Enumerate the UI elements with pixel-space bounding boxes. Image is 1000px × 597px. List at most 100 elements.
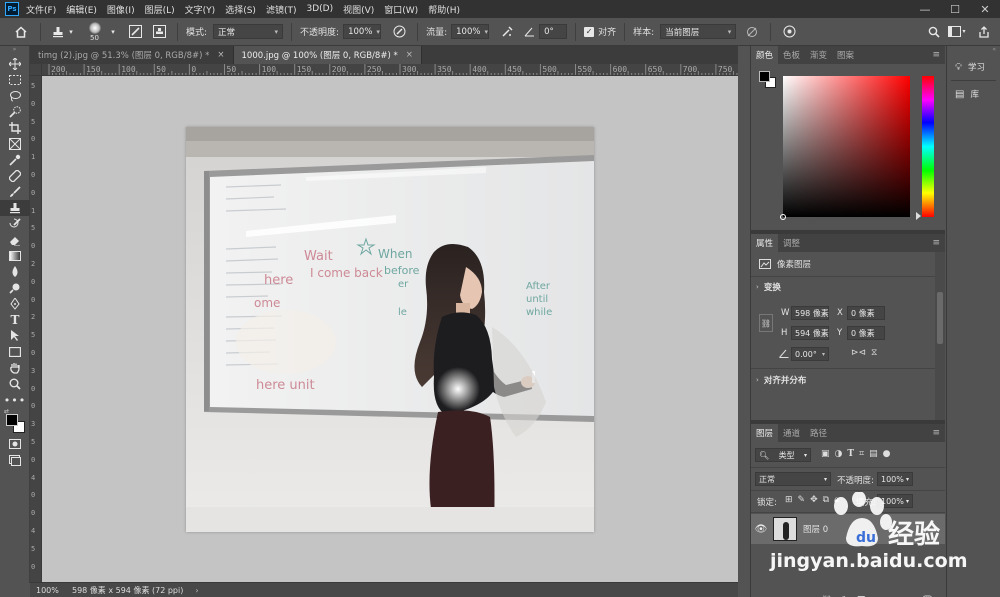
menu-window[interactable]: 窗口(W): [384, 3, 418, 16]
move-tool-icon[interactable]: [0, 56, 30, 72]
brush-settings-icon[interactable]: [125, 25, 145, 38]
ignore-adjustment-layers-icon[interactable]: [742, 26, 762, 38]
zoom-tool-icon[interactable]: [0, 376, 30, 392]
learn-button[interactable]: 💡︎ 学习: [947, 56, 1000, 78]
more-tools-icon[interactable]: •••: [0, 392, 30, 408]
collapse-icon[interactable]: «: [947, 46, 1000, 56]
filter-shape-icon[interactable]: ⌗: [859, 449, 864, 459]
filter-pixel-icon[interactable]: ▣: [821, 449, 830, 459]
height-input[interactable]: 594 像素: [791, 326, 829, 340]
share-icon[interactable]: [975, 25, 993, 38]
tab-swatches[interactable]: 色板: [778, 46, 805, 64]
y-input[interactable]: 0 像素: [847, 326, 885, 340]
transform-section-header[interactable]: › 变换: [756, 281, 781, 293]
lasso-tool-icon[interactable]: [0, 88, 30, 104]
brush-tool-icon[interactable]: [0, 184, 30, 200]
color-swatches[interactable]: ⇄: [0, 408, 29, 436]
home-icon[interactable]: [10, 25, 32, 38]
rectangle-tool-icon[interactable]: [0, 344, 30, 360]
document-canvas[interactable]: Wait When here I come back before ome Af…: [186, 127, 594, 532]
ruler-vertical[interactable]: 5 0 5 0 1 0 0 1 5 0 2 0 0 2 5 0 3 0 0 3 5 0 4 0 0 4 5 0: [30, 76, 42, 582]
opacity-input[interactable]: 100% ▾: [343, 24, 382, 39]
rotation-input[interactable]: 0.00° ▾: [791, 347, 829, 361]
menu-3d[interactable]: 3D(D): [306, 4, 333, 14]
zoom-level[interactable]: 100%: [36, 586, 66, 595]
foreground-color-swatch[interactable]: [6, 414, 18, 426]
eye-icon[interactable]: 👁︎: [751, 524, 771, 535]
clone-source-icon[interactable]: [149, 25, 169, 38]
pen-tool-icon[interactable]: [0, 296, 30, 312]
menu-image[interactable]: 图像(I): [107, 3, 135, 16]
gradient-tool-icon[interactable]: [0, 248, 30, 264]
airbrush-icon[interactable]: [497, 25, 517, 38]
chevron-right-icon[interactable]: ›: [195, 586, 198, 595]
layer-filter-select[interactable]: 🔍︎ 类型 ▾: [755, 448, 811, 462]
minimize-icon[interactable]: —: [910, 0, 940, 18]
blend-mode-select[interactable]: 正常 ▾: [755, 472, 831, 486]
sample-select[interactable]: 当前图层 ▾: [660, 24, 737, 39]
collapse-icon[interactable]: »: [0, 46, 29, 56]
close-icon[interactable]: ✕: [970, 0, 1000, 18]
panel-menu-icon[interactable]: ≡: [932, 424, 945, 442]
menu-filter[interactable]: 滤镜(T): [266, 3, 297, 16]
filter-smart-object-icon[interactable]: ▤: [869, 449, 878, 459]
tab-1000-jpg[interactable]: 1000.jpg @ 100% (图层 0, RGB/8#) * ×: [233, 46, 422, 64]
tab-timg[interactable]: timg (2).jpg @ 51.3% (图层 0, RGB/8#) * ×: [30, 46, 234, 64]
tab-gradients[interactable]: 渐变: [805, 46, 832, 64]
tab-patterns[interactable]: 图案: [832, 46, 859, 64]
flip-horizontal-icon[interactable]: ⊳⊲: [851, 348, 866, 358]
scrollbar-thumb[interactable]: [937, 292, 943, 344]
pressure-opacity-icon[interactable]: [389, 25, 409, 38]
eyedropper-tool-icon[interactable]: [0, 152, 30, 168]
crop-tool-icon[interactable]: [0, 120, 30, 136]
menu-file[interactable]: 文件(F): [26, 3, 56, 16]
angle-input[interactable]: 0°: [539, 24, 568, 39]
clone-stamp-tool-icon[interactable]: [49, 26, 67, 38]
menu-layer[interactable]: 图层(L): [145, 3, 175, 16]
libraries-button[interactable]: ▤ 库: [947, 83, 1000, 105]
tab-channels[interactable]: 通道: [778, 424, 805, 442]
eraser-tool-icon[interactable]: [0, 232, 30, 248]
properties-scrollbar[interactable]: [935, 252, 945, 420]
quick-select-tool-icon[interactable]: [0, 104, 30, 120]
menu-select[interactable]: 选择(S): [225, 3, 256, 16]
healing-brush-tool-icon[interactable]: [0, 168, 30, 184]
pressure-size-icon[interactable]: [779, 25, 799, 38]
tab-paths[interactable]: 路径: [805, 424, 832, 442]
align-distribute-header[interactable]: › 对齐并分布: [756, 374, 806, 386]
align-checkbox[interactable]: ✓: [584, 26, 595, 37]
brush-preset-picker[interactable]: 50: [83, 20, 109, 44]
ruler-horizontal[interactable]: 200 150 100 50 0 50 100 150 200 250 300 350 400 450 50…: [30, 64, 738, 76]
path-selection-tool-icon[interactable]: [0, 328, 30, 344]
history-brush-tool-icon[interactable]: [0, 216, 30, 232]
marquee-tool-icon[interactable]: [0, 72, 30, 88]
search-icon[interactable]: [925, 26, 943, 38]
chevron-down-icon[interactable]: ▾: [109, 28, 117, 36]
panel-menu-icon[interactable]: ≡: [932, 46, 945, 64]
flip-vertical-icon[interactable]: ⧖: [871, 348, 877, 358]
close-icon[interactable]: ×: [406, 50, 413, 60]
ruler-origin[interactable]: [30, 64, 42, 76]
flow-input[interactable]: 100% ▾: [451, 24, 490, 39]
tab-color[interactable]: 颜色: [751, 46, 779, 64]
workspace-icon[interactable]: ▾: [946, 26, 968, 37]
layer-opacity-input[interactable]: 100% ▾: [877, 472, 913, 486]
color-field[interactable]: [780, 76, 910, 220]
filter-type-icon[interactable]: T: [847, 449, 854, 459]
hue-slider-handle[interactable]: [916, 212, 921, 220]
filter-adjustment-icon[interactable]: ◑: [835, 449, 843, 459]
blur-tool-icon[interactable]: [0, 264, 30, 280]
menu-help[interactable]: 帮助(H): [428, 3, 460, 16]
mode-select[interactable]: 正常 ▾: [213, 24, 284, 39]
color-picker-cursor[interactable]: [780, 214, 786, 220]
clone-stamp-tool-icon[interactable]: [0, 200, 30, 216]
width-input[interactable]: 598 像素: [791, 306, 829, 320]
panel-menu-icon[interactable]: ≡: [932, 234, 945, 252]
menu-edit[interactable]: 编辑(E): [66, 3, 97, 16]
tab-properties[interactable]: 属性: [751, 234, 779, 252]
hue-slider[interactable]: [922, 76, 934, 217]
tab-adjustments[interactable]: 调整: [778, 234, 805, 252]
link-dimensions-icon[interactable]: ⛓: [759, 314, 773, 332]
hand-tool-icon[interactable]: [0, 360, 30, 376]
foreground-color-swatch[interactable]: [759, 71, 770, 82]
